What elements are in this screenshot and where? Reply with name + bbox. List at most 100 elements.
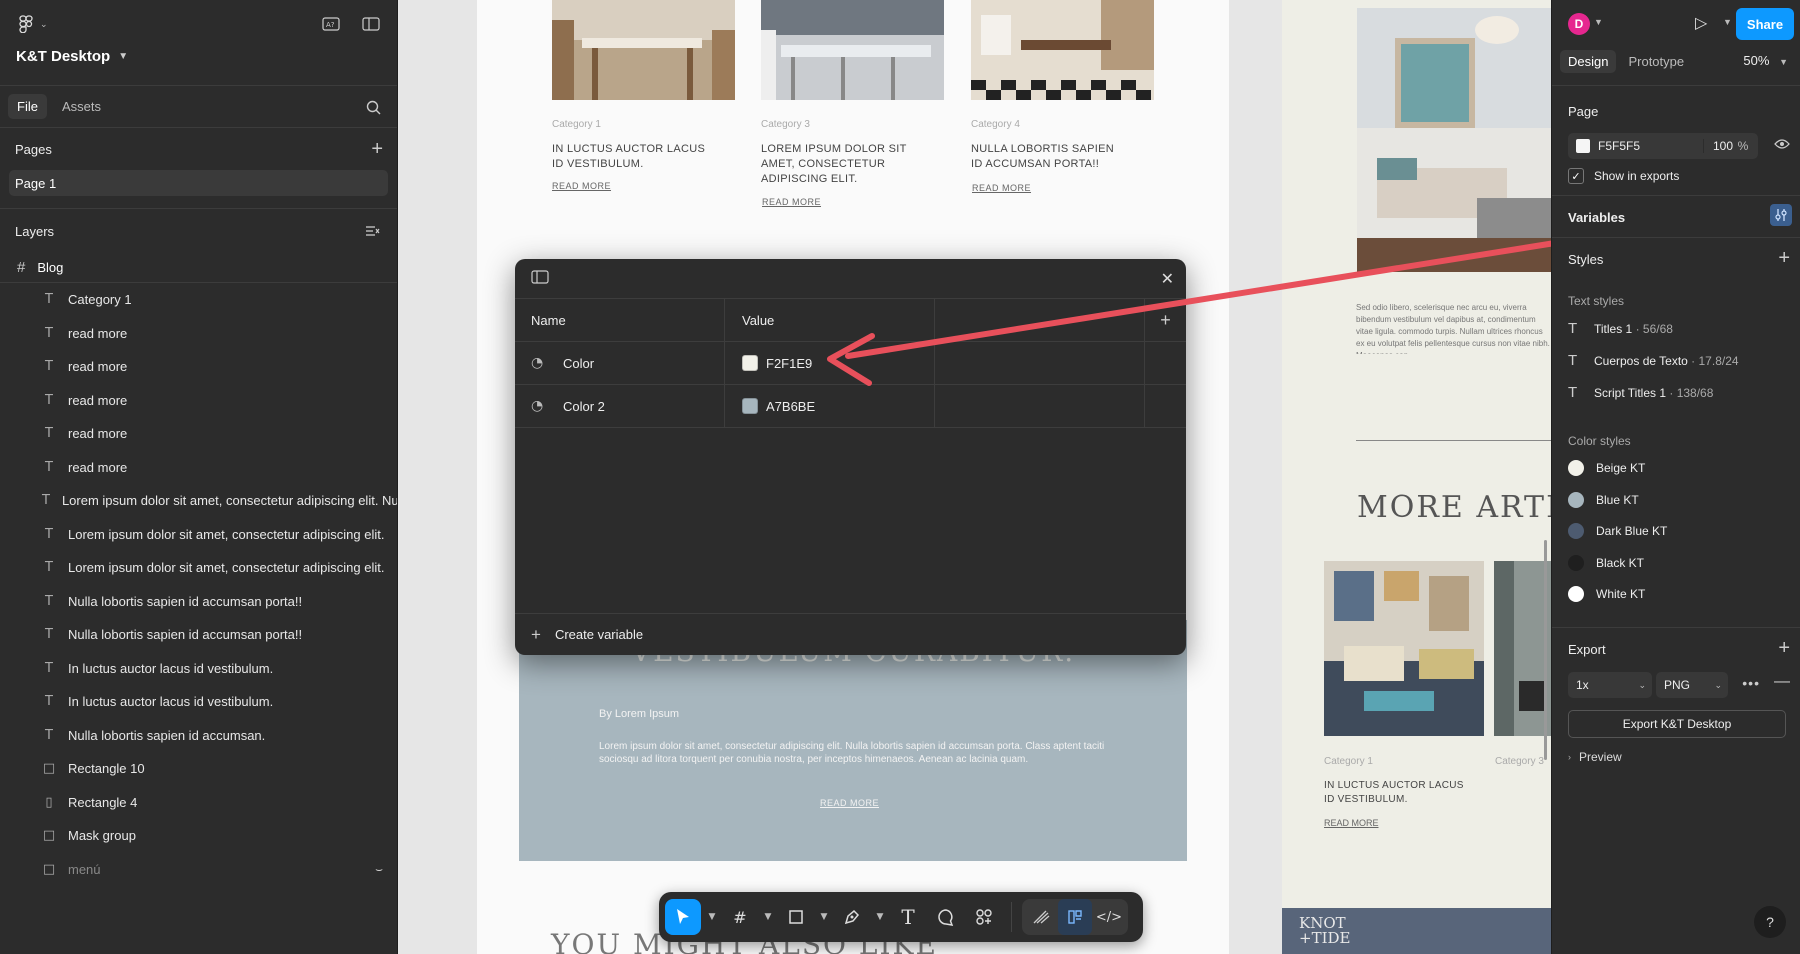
variable-value[interactable]: F2F1E9 — [766, 356, 812, 371]
file-title[interactable]: K&T Desktop ▼ — [16, 48, 128, 65]
add-mode-plus-icon[interactable]: + — [1145, 299, 1186, 341]
rectangle-tool-icon[interactable] — [779, 899, 813, 935]
layer-item[interactable]: TCategory 1 — [0, 283, 397, 317]
open-variables-icon[interactable] — [1770, 204, 1792, 226]
present-play-icon[interactable]: ▷ — [1695, 13, 1707, 33]
layer-item[interactable]: TIn luctus auctor lacus id vestibulum. — [0, 685, 397, 719]
figma-logo-icon — [16, 14, 36, 34]
remove-export-icon[interactable]: — — [1774, 673, 1790, 691]
tab-prototype[interactable]: Prototype — [1620, 50, 1692, 73]
chevron-down-icon: ▼ — [118, 51, 128, 62]
color-swatch[interactable] — [1576, 139, 1590, 153]
ai-icon[interactable]: A? — [321, 14, 341, 34]
fill-hex-value[interactable]: F5F5F5 — [1598, 139, 1703, 153]
move-tool-icon[interactable] — [665, 899, 701, 935]
export-button[interactable]: Export K&T Desktop — [1568, 710, 1786, 738]
pen-tool-icon[interactable] — [835, 899, 869, 935]
style-name: Cuerpos de Texto — [1594, 354, 1688, 368]
variable-name[interactable]: Color 2 — [563, 399, 605, 414]
preview-toggle[interactable]: ›Preview — [1568, 750, 1622, 764]
chevron-down-icon: ⌄ — [1638, 680, 1646, 691]
add-export-plus-icon[interactable]: + — [1778, 637, 1790, 660]
text-layer-icon: T — [42, 326, 56, 341]
add-style-plus-icon[interactable]: + — [1778, 247, 1790, 270]
page-fill-input[interactable]: F5F5F5 100 % — [1568, 133, 1758, 159]
export-format-select[interactable]: PNG⌄ — [1656, 672, 1728, 698]
layer-item[interactable]: □Rectangle 10 — [0, 752, 397, 786]
more-options-icon[interactable]: ••• — [1742, 675, 1760, 691]
hidden-eye-icon[interactable]: ⌣ — [375, 862, 383, 877]
page-item-page-1[interactable]: Page 1 — [9, 170, 388, 196]
text-tool-icon[interactable]: T — [891, 899, 925, 935]
layer-item[interactable]: Tread more — [0, 451, 397, 485]
variable-row[interactable]: ◔Color 2 A7B6BE — [515, 385, 1186, 428]
text-style-item[interactable]: TTitles 1 · 56/68 — [1568, 320, 1673, 337]
color-style-item[interactable]: Beige KT — [1568, 460, 1645, 476]
layer-item[interactable]: TLorem ipsum dolor sit amet, consectetur… — [0, 551, 397, 585]
text-layer-icon: T — [42, 594, 56, 609]
layer-item[interactable]: □menú⌣ — [0, 853, 397, 887]
eye-icon[interactable] — [1774, 138, 1790, 153]
chevron-down-icon[interactable]: ▼ — [873, 899, 887, 935]
dev-mode-icon[interactable]: </> — [1092, 899, 1126, 935]
comment-tool-icon[interactable] — [929, 899, 963, 935]
layer-item[interactable]: TIn luctus auctor lacus id vestibulum. — [0, 652, 397, 686]
layer-item[interactable]: Tread more — [0, 350, 397, 384]
layer-frame-blog[interactable]: # Blog — [0, 253, 397, 283]
collapse-layers-icon[interactable] — [363, 221, 383, 241]
chevron-down-icon[interactable]: ▼ — [1594, 17, 1603, 27]
chevron-down-icon[interactable]: ▼ — [817, 899, 831, 935]
close-icon[interactable]: ✕ — [1161, 269, 1174, 289]
layer-item[interactable]: TNulla lobortis sapien id accumsan porta… — [0, 585, 397, 619]
fill-opacity-value[interactable]: 100 — [1703, 139, 1733, 153]
layer-item[interactable]: TLorem ipsum dolor sit amet, consectetur… — [0, 484, 397, 518]
sidebar-toggle-icon[interactable] — [531, 270, 549, 289]
chevron-down-icon[interactable]: ▼ — [761, 899, 775, 935]
post-title-line: ID VESTIBULUM. — [552, 157, 705, 172]
layer-item[interactable]: Tread more — [0, 384, 397, 418]
canvas-scrollbar[interactable] — [1544, 540, 1547, 760]
search-icon[interactable] — [363, 97, 383, 117]
show-in-exports-checkbox[interactable]: ✓ Show in exports — [1568, 168, 1679, 184]
tab-design[interactable]: Design — [1560, 50, 1616, 73]
text-style-item[interactable]: TScript Titles 1 · 138/68 — [1568, 384, 1713, 401]
text-style-item[interactable]: TCuerpos de Texto · 17.8/24 — [1568, 352, 1739, 369]
layer-item[interactable]: □Mask group — [0, 819, 397, 853]
layer-item[interactable]: Tread more — [0, 417, 397, 451]
color-style-item[interactable]: Blue KT — [1568, 492, 1639, 508]
main-menu-button[interactable]: ⌄ — [16, 14, 48, 34]
layer-item[interactable]: TNulla lobortis sapien id accumsan. — [0, 719, 397, 753]
color-style-item[interactable]: Dark Blue KT — [1568, 523, 1667, 539]
variable-name[interactable]: Color — [563, 356, 594, 371]
layer-item[interactable]: TLorem ipsum dolor sit amet, consectetur… — [0, 518, 397, 552]
chevron-down-icon[interactable]: ▼ — [705, 899, 719, 935]
export-scale-select[interactable]: 1x⌄ — [1568, 672, 1652, 698]
tab-file[interactable]: File — [8, 94, 47, 119]
zoom-dropdown[interactable]: 50% ▼ — [1743, 53, 1788, 68]
sidebar-toggle-icon[interactable] — [361, 14, 381, 34]
layer-item[interactable]: ▯Rectangle 4 — [0, 786, 397, 820]
add-page-plus-icon[interactable]: + — [371, 139, 383, 159]
layer-item[interactable]: TNulla lobortis sapien id accumsan porta… — [0, 618, 397, 652]
color-swatch[interactable] — [742, 355, 758, 371]
color-swatch[interactable] — [742, 398, 758, 414]
create-variable-button[interactable]: + Create variable — [515, 613, 1186, 655]
actions-tool-icon[interactable] — [967, 899, 1001, 935]
tab-assets[interactable]: Assets — [53, 94, 110, 119]
layer-item[interactable]: Tread more — [0, 317, 397, 351]
frame-tool-icon[interactable]: # — [723, 899, 757, 935]
share-button[interactable]: Share — [1736, 8, 1794, 40]
design-mode-icon[interactable] — [1058, 899, 1092, 935]
check-icon[interactable]: ✓ — [1568, 168, 1584, 184]
variable-value[interactable]: A7B6BE — [766, 399, 815, 414]
color-dot-icon — [1568, 555, 1584, 571]
color-style-item[interactable]: Black KT — [1568, 555, 1644, 571]
help-button[interactable]: ? — [1754, 906, 1786, 938]
color-style-item[interactable]: White KT — [1568, 586, 1645, 602]
draw-mode-icon[interactable] — [1024, 899, 1058, 935]
chevron-down-icon[interactable]: ▼ — [1723, 17, 1732, 27]
variable-row[interactable]: ◔Color F2F1E9 — [515, 342, 1186, 385]
preview-label: Preview — [1579, 750, 1622, 764]
avatar[interactable]: D — [1568, 13, 1590, 35]
pages-header: Pages — [15, 142, 52, 157]
